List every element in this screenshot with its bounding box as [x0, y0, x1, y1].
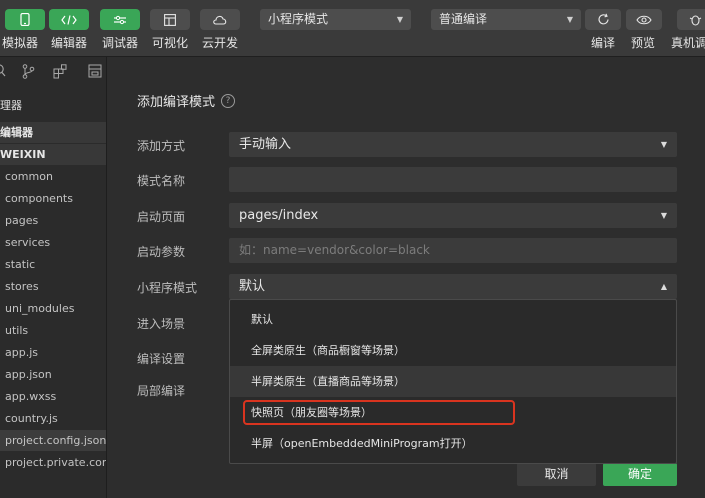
real-device-debug-button[interactable]: [677, 9, 705, 30]
mode-select-value: 小程序模式: [268, 12, 329, 26]
mp-mode-dropdown: 默认 全屏类原生（商品橱窗等场景） 半屏类原生（直播商品等场景） 快照页（朋友圈…: [229, 299, 677, 464]
compile-label: 编译: [591, 36, 616, 50]
explorer-sidebar: 理器 编辑器 WEIXIN common components pages servi…: [0, 57, 107, 498]
editor-button[interactable]: [49, 9, 89, 30]
explorer-header: 理器: [0, 99, 22, 112]
editor-label: 编辑器: [51, 36, 88, 50]
file-tree-item[interactable]: app.wxss: [0, 386, 106, 407]
file-tree-item[interactable]: utils: [0, 320, 106, 341]
file-tree-item[interactable]: components: [0, 188, 106, 209]
start-params-label: 启动参数: [137, 245, 186, 259]
highlight-annotation: [243, 400, 515, 425]
file-tree-item[interactable]: app.json: [0, 364, 106, 385]
mode-name-label: 模式名称: [137, 174, 186, 188]
chevron-down-icon: ▼: [566, 15, 573, 24]
file-tree-item[interactable]: common: [0, 166, 106, 187]
file-tree-item[interactable]: static: [0, 254, 106, 275]
start-page-select[interactable]: pages/index ▼: [229, 203, 677, 228]
cloud-dev-button[interactable]: [200, 9, 240, 30]
debugger-label: 调试器: [102, 36, 139, 50]
mp-mode-value: 默认: [239, 279, 266, 294]
add-compile-mode-panel: 添加编译模式 ? 添加方式 手动输入 ▼ 模式名称 启动页面 pages/ind…: [107, 57, 705, 498]
start-page-value: pages/index: [239, 208, 319, 223]
debugger-button[interactable]: [100, 9, 140, 30]
dropdown-option-halfscreen-embedded[interactable]: 半屏（openEmbeddedMiniProgram打开）: [230, 428, 676, 459]
file-tree-item[interactable]: app.js: [0, 342, 106, 363]
add-method-value: 手动输入: [239, 137, 292, 152]
preview-label: 预览: [631, 36, 656, 50]
confirm-button[interactable]: 确定: [603, 463, 677, 486]
visual-button[interactable]: [150, 9, 190, 30]
search-icon[interactable]: [0, 64, 6, 81]
layout-icon: [164, 13, 176, 26]
file-tree-item[interactable]: stores: [0, 276, 106, 297]
compile-select-value: 普通编译: [439, 12, 488, 26]
compile-select[interactable]: 普通编译 ▼: [431, 9, 581, 30]
dropdown-option-default[interactable]: 默认: [230, 304, 676, 335]
add-method-select[interactable]: 手动输入 ▼: [229, 132, 677, 157]
simulator-label: 模拟器: [2, 36, 39, 50]
cloud-icon: [212, 14, 228, 25]
panel-title-text: 添加编译模式: [137, 95, 216, 110]
bug-icon: [689, 13, 702, 26]
partial-compile-label: 局部编译: [137, 384, 186, 398]
chevron-down-icon: ▼: [396, 15, 403, 24]
refresh-icon: [597, 13, 610, 26]
project-root-section[interactable]: WEIXIN: [0, 144, 106, 165]
compile-settings-label: 编译设置: [137, 352, 186, 366]
start-page-label: 启动页面: [137, 210, 186, 224]
chevron-down-icon: ▼: [660, 140, 667, 149]
debug-icon: [113, 15, 127, 25]
file-tree-item[interactable]: project.config.json: [0, 430, 106, 451]
file-tree-item[interactable]: services: [0, 232, 106, 253]
enter-scene-label: 进入场景: [137, 317, 186, 331]
file-tree-item[interactable]: country.js: [0, 408, 106, 429]
code-icon: [61, 14, 77, 25]
real-device-label: 真机调: [671, 36, 705, 50]
mode-select[interactable]: 小程序模式 ▼: [260, 9, 411, 30]
chevron-down-icon: ▼: [660, 211, 667, 220]
mp-mode-select[interactable]: 默认 ▲: [229, 274, 677, 299]
visual-label: 可视化: [152, 36, 189, 50]
storage-icon[interactable]: [88, 64, 102, 81]
mp-mode-label: 小程序模式: [137, 281, 198, 295]
top-toolbar: 模拟器 编辑器 调试器 可视化 云开发 小程序模式 ▼ 普通编译 ▼ 编译 预览…: [0, 0, 705, 57]
file-tree-item[interactable]: pages: [0, 210, 106, 231]
help-icon[interactable]: ?: [221, 93, 236, 108]
source-control-icon[interactable]: [22, 64, 35, 82]
simulator-button[interactable]: [5, 9, 45, 30]
dropdown-option-fullscreen[interactable]: 全屏类原生（商品橱窗等场景）: [230, 335, 676, 366]
start-params-input[interactable]: 如：name=vendor&color=black: [229, 238, 677, 263]
open-editors-section[interactable]: 编辑器: [0, 122, 106, 143]
phone-icon: [20, 13, 30, 26]
extensions-icon[interactable]: [53, 64, 68, 82]
eye-icon: [636, 15, 652, 25]
panel-title: 添加编译模式 ?: [137, 91, 236, 110]
dropdown-option-halfscreen-native[interactable]: 半屏类原生（直播商品等场景）: [230, 366, 676, 397]
file-tree-item[interactable]: uni_modules: [0, 298, 106, 319]
chevron-up-icon: ▲: [660, 282, 667, 291]
add-method-label: 添加方式: [137, 139, 186, 153]
mode-name-input[interactable]: [229, 167, 677, 192]
cloud-dev-label: 云开发: [202, 36, 239, 50]
preview-button[interactable]: [626, 9, 662, 30]
file-tree-item[interactable]: project.private.conf: [0, 452, 106, 473]
compile-button[interactable]: [585, 9, 621, 30]
cancel-button[interactable]: 取消: [517, 463, 596, 486]
sidebar-icon-bar: [0, 57, 106, 87]
